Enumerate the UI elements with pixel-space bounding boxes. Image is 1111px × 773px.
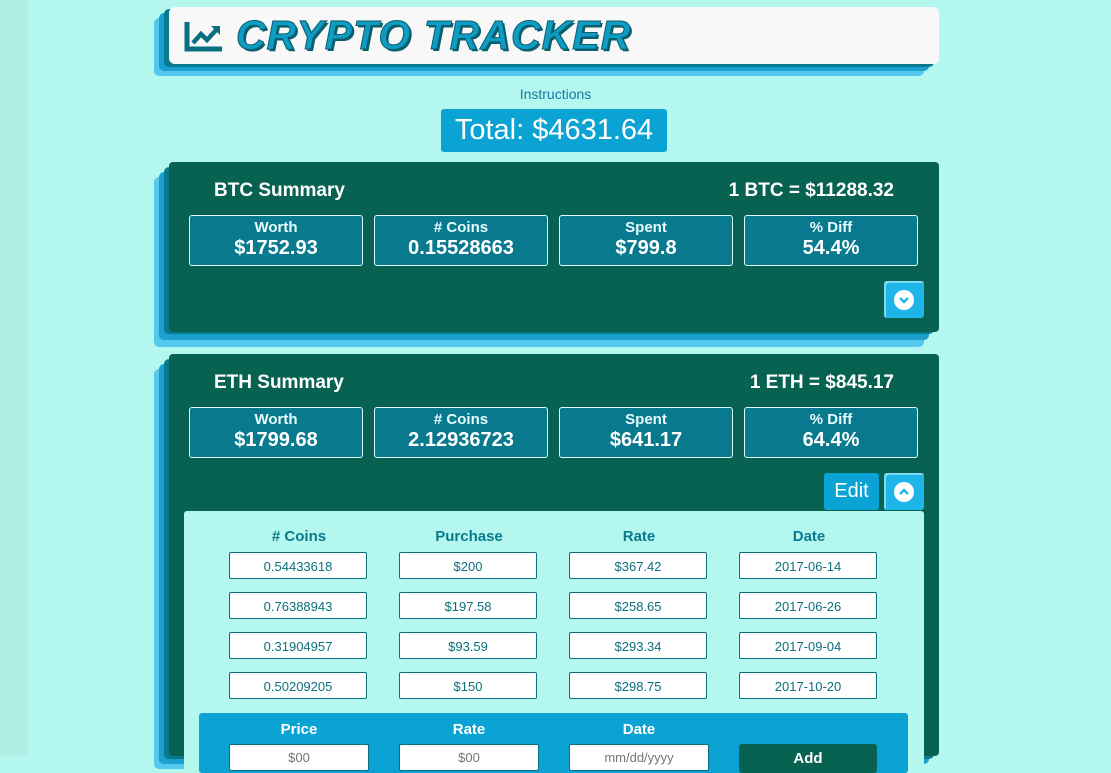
coins-cell[interactable]: 0.31904957 [229, 632, 367, 659]
stat-value: 54.4% [802, 237, 860, 259]
chart-line-icon [184, 21, 222, 51]
purchase-cell[interactable]: $93.59 [399, 632, 537, 659]
stat-label: % Diff [809, 219, 853, 236]
eth-coins-stat: # Coins 2.12936723 [374, 407, 548, 458]
btc-rate: 1 BTC = $11288.32 [728, 180, 894, 201]
eth-transactions-table: # Coins Purchase Rate Date 0.54433618 $2… [184, 511, 924, 773]
app-title: CRYPTO TRACKER [235, 12, 632, 59]
app-header: CRYPTO TRACKER [169, 7, 939, 64]
coins-cell[interactable]: 0.50209205 [229, 672, 367, 699]
stat-label: # Coins [433, 219, 489, 236]
btc-summary-title: BTC Summary [214, 180, 345, 201]
eth-spent-stat: Spent $641.17 [559, 407, 733, 458]
btc-coins-stat: # Coins 0.15528663 [374, 215, 548, 266]
coins-cell[interactable]: 0.54433618 [229, 552, 367, 579]
stat-label: % Diff [809, 411, 853, 428]
rate-cell[interactable]: $367.42 [569, 552, 707, 579]
eth-edit-button[interactable]: Edit [824, 473, 879, 510]
column-header-date: Date [792, 528, 826, 545]
rate-cell[interactable]: $298.75 [569, 672, 707, 699]
column-header-rate: Rate [622, 528, 656, 545]
add-button[interactable]: Add [739, 744, 877, 773]
stat-label: Worth [254, 411, 298, 428]
eth-diff-stat: % Diff 64.4% [744, 407, 918, 458]
btc-summary-panel: BTC Summary 1 BTC = $11288.32 Worth $175… [169, 162, 939, 332]
purchase-cell[interactable]: $150 [399, 672, 537, 699]
add-transaction-form: Price Rate Date Add [199, 713, 908, 773]
stat-value: 0.15528663 [408, 237, 514, 259]
rate-cell[interactable]: $293.34 [569, 632, 707, 659]
stat-value: $1752.93 [234, 237, 318, 259]
column-header-coins: # Coins [271, 528, 327, 545]
eth-collapse-button[interactable] [884, 473, 924, 510]
date-cell[interactable]: 2017-06-14 [739, 552, 877, 579]
price-input[interactable] [229, 744, 369, 771]
purchase-cell[interactable]: $200 [399, 552, 537, 579]
rate-cell[interactable]: $258.65 [569, 592, 707, 619]
eth-summary-title: ETH Summary [214, 372, 344, 393]
stat-label: Spent [625, 411, 667, 428]
eth-rate: 1 ETH = $845.17 [749, 372, 894, 393]
chevron-down-icon [894, 289, 914, 310]
add-header-price: Price [280, 721, 318, 738]
stat-value: $799.8 [615, 237, 677, 259]
btc-spent-stat: Spent $799.8 [559, 215, 733, 266]
add-header-rate: Rate [452, 721, 486, 738]
rate-input[interactable] [399, 744, 539, 771]
eth-summary-panel: ETH Summary 1 ETH = $845.17 Worth $1799.… [169, 354, 939, 773]
add-header-date: Date [622, 721, 656, 738]
column-header-purchase: Purchase [435, 528, 503, 545]
total-badge: Total: $4631.64 [441, 109, 667, 152]
instructions-link[interactable]: Instructions [0, 86, 1111, 102]
stat-value: $641.17 [609, 429, 683, 451]
btc-expand-button[interactable] [884, 281, 924, 318]
stat-label: # Coins [433, 411, 489, 428]
eth-worth-stat: Worth $1799.68 [189, 407, 363, 458]
stat-label: Worth [254, 219, 298, 236]
btc-worth-stat: Worth $1752.93 [189, 215, 363, 266]
date-cell[interactable]: 2017-10-20 [739, 672, 877, 699]
date-cell[interactable]: 2017-06-26 [739, 592, 877, 619]
purchase-cell[interactable]: $197.58 [399, 592, 537, 619]
stat-label: Spent [625, 219, 667, 236]
stat-value: 64.4% [802, 429, 860, 451]
date-cell[interactable]: 2017-09-04 [739, 632, 877, 659]
date-input[interactable] [569, 744, 709, 771]
coins-cell[interactable]: 0.76388943 [229, 592, 367, 619]
stat-value: 2.12936723 [408, 429, 514, 451]
page-edge-shade [0, 0, 28, 756]
btc-diff-stat: % Diff 54.4% [744, 215, 918, 266]
chevron-up-icon [894, 481, 914, 502]
stat-value: $1799.68 [234, 429, 318, 451]
